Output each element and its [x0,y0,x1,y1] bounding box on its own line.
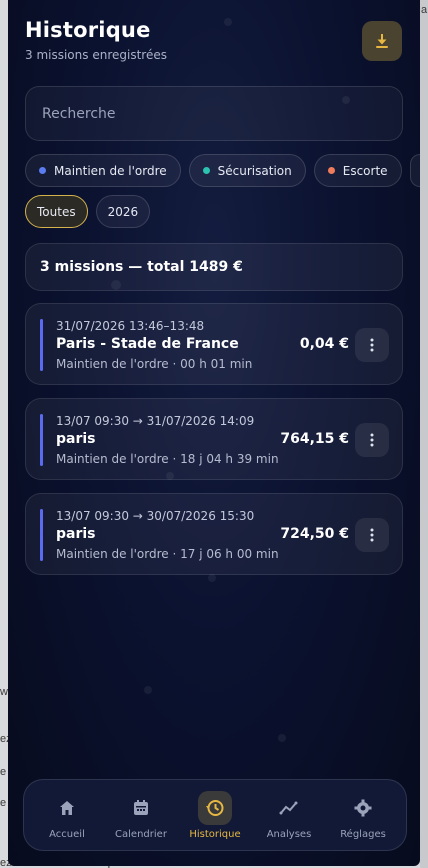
mission-date: 13/07 09:30 → 31/07/2026 14:09 [56,414,255,428]
nav-calendrier[interactable]: Calendrier [106,791,176,840]
nav-label: Analyses [266,828,312,840]
total-summary: 3 missions — total 1489 € [25,243,403,291]
filter-2026[interactable]: 2026 [95,195,151,228]
mission-card[interactable]: 31/07/2026 13:46–13:48 Paris - Stade de … [25,303,403,385]
chip-label: Maintien de l'ordre [54,163,167,178]
bottom-navigation: Accueil Calendrier Historique Analyses R… [23,779,407,851]
chip-label: Sécurisation [217,163,292,178]
more-options-button[interactable] [355,423,389,457]
chip-maintien-ordre[interactable]: Maintien de l'ordre [25,154,181,187]
history-icon [198,790,232,825]
nav-historique[interactable]: Historique [180,790,250,840]
mission-meta: Maintien de l'ordre · 00 h 01 min [56,357,253,371]
chip-color-dot [39,167,46,174]
page-title: Historique [25,18,151,42]
download-icon [376,34,388,48]
mission-meta: Maintien de l'ordre · 17 j 06 h 00 min [56,547,279,561]
filter-all[interactable]: Toutes [25,195,88,228]
analytics-icon [272,791,306,825]
year-filters: Toutes 2026 [25,195,151,228]
mission-name: Paris - Stade de France [56,336,239,352]
gear-icon [346,791,380,825]
mission-amount: 764,15 € [280,431,349,447]
more-options-button[interactable] [355,518,389,552]
chip-overflow[interactable] [409,154,420,187]
nav-label: Réglages [340,828,386,840]
nav-analyses[interactable]: Analyses [254,791,324,840]
missions-count: 3 missions enregistrées [25,48,167,62]
mission-amount: 724,50 € [280,526,349,542]
search-field[interactable] [25,86,403,141]
background-text: a [421,4,428,16]
mission-color-bar [40,509,43,561]
mission-meta: Maintien de l'ordre · 18 j 04 h 39 min [56,452,279,466]
mission-date: 31/07/2026 13:46–13:48 [56,319,205,333]
mission-date: 13/07 09:30 → 30/07/2026 15:30 [56,509,255,523]
more-vertical-icon [370,528,374,542]
page-header: Historique 3 missions enregistrées [25,18,167,62]
home-icon [50,791,84,825]
background-text: e [0,766,7,778]
search-input[interactable] [42,105,386,122]
mission-color-bar [40,319,43,371]
more-vertical-icon [370,338,374,352]
more-vertical-icon [370,433,374,447]
background-text: e [0,797,7,809]
background-page-edge [420,0,428,868]
chip-securisation[interactable]: Sécurisation [188,154,306,187]
nav-accueil[interactable]: Accueil [32,791,102,840]
download-button[interactable] [362,21,402,61]
mission-card[interactable]: 13/07 09:30 → 31/07/2026 14:09 paris Mai… [25,398,403,480]
app-screen: Historique 3 missions enregistrées Maint… [8,0,420,866]
category-filter-chips: Maintien de l'ordre Sécurisation Escorte [25,154,420,187]
calendar-icon [124,791,158,825]
nav-label: Calendrier [115,828,167,840]
mission-amount: 0,04 € [299,336,349,352]
mission-color-bar [40,414,43,466]
chip-color-dot [327,167,335,174]
chip-label: Escorte [342,163,388,178]
chip-escorte[interactable]: Escorte [313,154,402,187]
mission-name: paris [56,431,96,447]
chip-color-dot [202,167,210,174]
mission-name: paris [56,526,96,542]
more-options-button[interactable] [355,328,389,362]
nav-reglages[interactable]: Réglages [328,791,398,840]
nav-label: Historique [189,828,241,840]
nav-label: Accueil [49,828,85,840]
background-text: w [0,686,8,698]
mission-card[interactable]: 13/07 09:30 → 30/07/2026 15:30 paris Mai… [25,493,403,575]
